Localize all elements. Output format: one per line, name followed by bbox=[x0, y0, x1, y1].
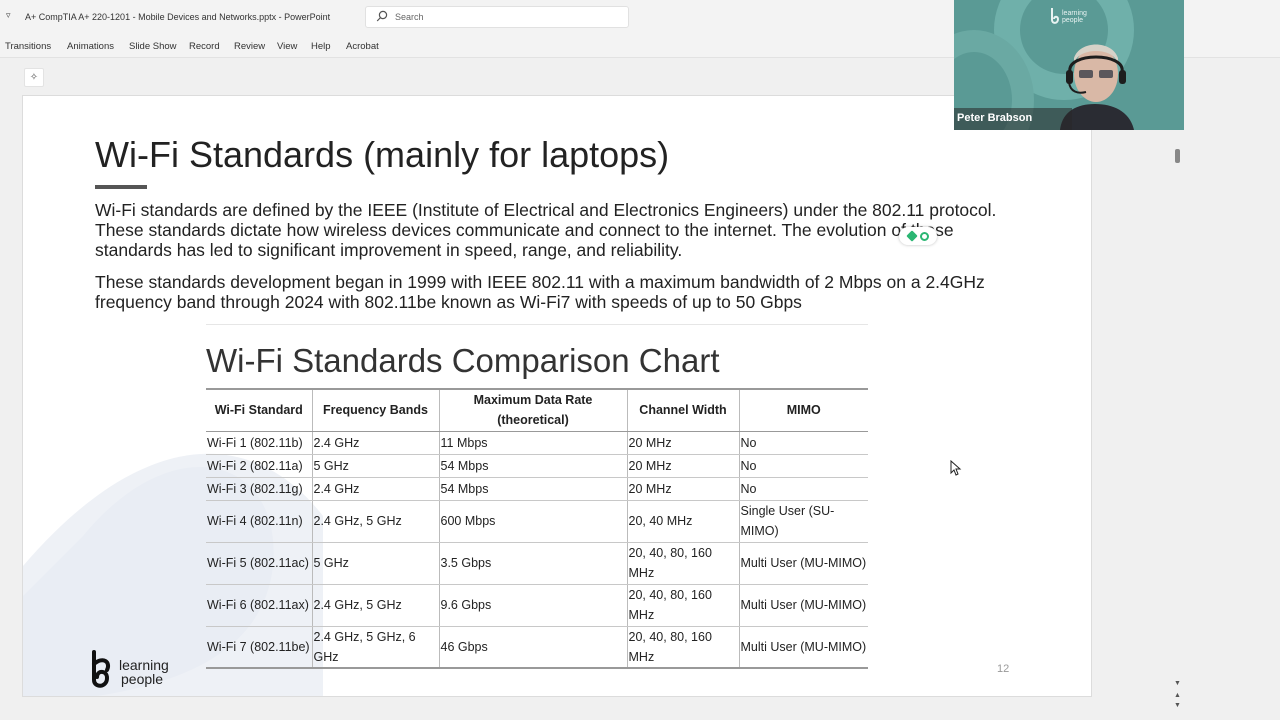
logo-mark-icon bbox=[92, 650, 110, 688]
search-placeholder: Search bbox=[395, 12, 424, 22]
table-cell: Wi-Fi 7 (802.11be) bbox=[206, 626, 313, 669]
logo-text-line1: learning bbox=[119, 657, 169, 673]
webcam-logo-line1: learning bbox=[1062, 10, 1087, 17]
column-header: MIMO bbox=[739, 388, 868, 432]
logo-text: learning people bbox=[119, 658, 169, 686]
table-cell: 11 Mbps bbox=[439, 431, 628, 455]
table-row: Wi-Fi 7 (802.11be) 2.4 GHz, 5 GHz, 6 GHz… bbox=[206, 626, 868, 669]
column-header: Maximum Data Rate (theoretical) bbox=[439, 388, 628, 432]
vertical-scrollbar[interactable]: ▼ ▲ ▼ bbox=[1170, 140, 1184, 712]
presenter-name: Peter Brabson bbox=[957, 112, 1033, 124]
tab-record[interactable]: Record bbox=[189, 41, 220, 52]
scroll-thumb[interactable] bbox=[1175, 149, 1180, 163]
table-cell: 20 MHz bbox=[627, 431, 740, 455]
table-row: Wi-Fi 1 (802.11b) 2.4 GHz 11 Mbps 20 MHz… bbox=[206, 431, 868, 455]
table-cell: Multi User (MU-MIMO) bbox=[739, 626, 868, 669]
next-slide-icon[interactable]: ▼ bbox=[1174, 702, 1181, 709]
table-cell: No bbox=[739, 454, 868, 478]
table-cell: 2.4 GHz, 5 GHz, 6 GHz bbox=[312, 626, 440, 669]
table-cell: 2.4 GHz, 5 GHz bbox=[312, 500, 440, 543]
logo-text-line2: people bbox=[121, 671, 164, 687]
table-cell: 20, 40, 80, 160 MHz bbox=[627, 626, 740, 669]
table-row: Wi-Fi 2 (802.11a) 5 GHz 54 Mbps 20 MHz N… bbox=[206, 454, 868, 478]
table-cell: 3.5 Gbps bbox=[439, 542, 628, 585]
column-header: Wi-Fi Standard bbox=[206, 388, 313, 432]
table-cell: No bbox=[739, 477, 868, 501]
tab-transitions[interactable]: Transitions bbox=[5, 41, 51, 52]
mouse-cursor-icon bbox=[950, 460, 962, 476]
title-underline bbox=[95, 185, 147, 189]
designer-icon[interactable]: ✧ bbox=[24, 68, 44, 87]
history-paragraph: These standards development began in 199… bbox=[95, 272, 985, 312]
table-row: Wi-Fi 3 (802.11g) 2.4 GHz 54 Mbps 20 MHz… bbox=[206, 477, 868, 501]
table-cell: 20 MHz bbox=[627, 477, 740, 501]
webcam-logo: learning people bbox=[1048, 7, 1094, 27]
pen-icon bbox=[905, 230, 918, 242]
column-header: Frequency Bands bbox=[312, 388, 440, 432]
table-cell: No bbox=[739, 431, 868, 455]
slide-canvas: Wi-Fi Standards (mainly for laptops) Wi-… bbox=[22, 95, 1092, 697]
table-cell: Single User (SU-MIMO) bbox=[739, 500, 868, 543]
tab-animations[interactable]: Animations bbox=[67, 41, 114, 52]
tab-acrobat[interactable]: Acrobat bbox=[346, 41, 379, 52]
table-cell: Wi-Fi 4 (802.11n) bbox=[206, 500, 313, 543]
window-title: A+ CompTIA A+ 220-1201 - Mobile Devices … bbox=[25, 12, 331, 22]
table-row: Wi-Fi 4 (802.11n) 2.4 GHz, 5 GHz 600 Mbp… bbox=[206, 500, 868, 543]
column-header: Channel Width bbox=[627, 388, 740, 432]
table-cell: Wi-Fi 1 (802.11b) bbox=[206, 431, 313, 455]
table-row: Wi-Fi 6 (802.11ax) 2.4 GHz, 5 GHz 9.6 Gb… bbox=[206, 584, 868, 627]
grammar-suggestion-pill[interactable] bbox=[899, 227, 937, 245]
learning-people-logo: learning people bbox=[85, 650, 181, 690]
table-cell: 20, 40, 80, 160 MHz bbox=[627, 542, 740, 585]
slide-number: 12 bbox=[997, 663, 1010, 675]
table-cell: Wi-Fi 5 (802.11ac) bbox=[206, 542, 313, 585]
scroll-down-arrow-icon[interactable]: ▼ bbox=[1174, 680, 1181, 687]
presenter-webcam: learning people Peter Brabson bbox=[954, 0, 1184, 130]
chart-title: Wi-Fi Standards Comparison Chart bbox=[206, 342, 720, 379]
slide-title: Wi-Fi Standards (mainly for laptops) bbox=[95, 134, 670, 175]
table-cell: Multi User (MU-MIMO) bbox=[739, 542, 868, 585]
webcam-logo-line2: people bbox=[1062, 17, 1084, 24]
intro-paragraph: Wi-Fi standards are defined by the IEEE … bbox=[95, 200, 997, 260]
table-cell: 5 GHz bbox=[312, 454, 440, 478]
tab-help[interactable]: Help bbox=[311, 41, 331, 52]
table-cell: 20 MHz bbox=[627, 454, 740, 478]
quick-access-chevron-icon[interactable]: ▿ bbox=[6, 10, 11, 21]
wifi-comparison-table: Wi-Fi Standard Frequency Bands Maximum D… bbox=[206, 388, 868, 669]
table-cell: 2.4 GHz bbox=[312, 431, 440, 455]
table-cell: 600 Mbps bbox=[439, 500, 628, 543]
previous-slide-icon[interactable]: ▲ bbox=[1174, 692, 1181, 699]
webcam-logo-text: learning people bbox=[1062, 10, 1087, 24]
table-cell: 2.4 GHz, 5 GHz bbox=[312, 584, 440, 627]
tab-view[interactable]: View bbox=[277, 41, 297, 52]
tab-review[interactable]: Review bbox=[234, 41, 265, 52]
table-cell: 46 Gbps bbox=[439, 626, 628, 669]
table-cell: Wi-Fi 3 (802.11g) bbox=[206, 477, 313, 501]
table-row: Wi-Fi 5 (802.11ac) 5 GHz 3.5 Gbps 20, 40… bbox=[206, 542, 868, 585]
table-cell: Wi-Fi 6 (802.11ax) bbox=[206, 584, 313, 627]
table-cell: 5 GHz bbox=[312, 542, 440, 585]
table-cell: 20, 40, 80, 160 MHz bbox=[627, 584, 740, 627]
webcam-logo-mark-icon bbox=[1051, 8, 1060, 24]
table-cell: Wi-Fi 2 (802.11a) bbox=[206, 454, 313, 478]
table-cell: 20, 40 MHz bbox=[627, 500, 740, 543]
table-cell: 54 Mbps bbox=[439, 454, 628, 478]
table-cell: 2.4 GHz bbox=[312, 477, 440, 501]
table-cell: 9.6 Gbps bbox=[439, 584, 628, 627]
location-icon bbox=[919, 231, 929, 241]
search-icon bbox=[376, 10, 388, 22]
tab-slide-show[interactable]: Slide Show bbox=[129, 41, 177, 52]
search-box[interactable]: Search bbox=[365, 6, 629, 28]
table-cell: Multi User (MU-MIMO) bbox=[739, 584, 868, 627]
table-header-row: Wi-Fi Standard Frequency Bands Maximum D… bbox=[206, 388, 868, 432]
table-cell: 54 Mbps bbox=[439, 477, 628, 501]
chart-divider bbox=[206, 324, 868, 325]
